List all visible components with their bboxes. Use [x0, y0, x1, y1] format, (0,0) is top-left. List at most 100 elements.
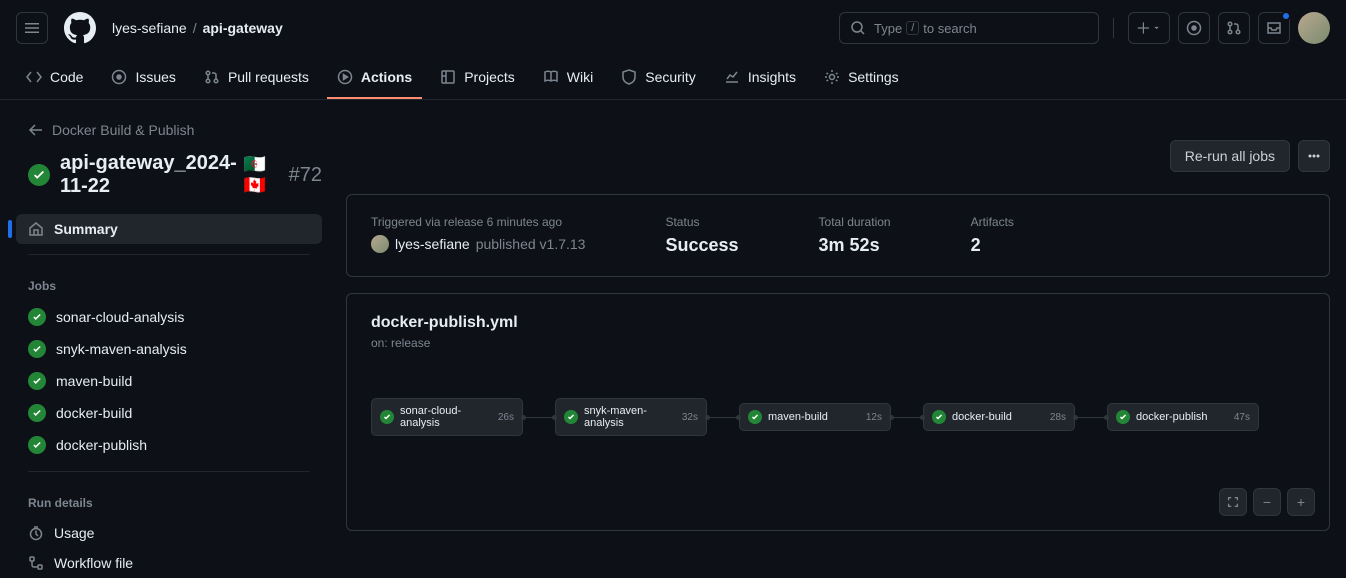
menu-button[interactable]	[16, 12, 48, 44]
success-icon	[1116, 410, 1130, 424]
book-icon	[543, 69, 559, 85]
tab-pull-requests[interactable]: Pull requests	[194, 56, 319, 99]
rerun-button[interactable]: Re-run all jobs	[1170, 140, 1290, 172]
workflow-card: docker-publish.yml on: release sonar-clo…	[346, 293, 1330, 531]
breadcrumb-repo[interactable]: api-gateway	[203, 20, 283, 36]
fullscreen-icon	[1226, 495, 1240, 509]
success-icon	[564, 410, 578, 424]
inbox-button[interactable]	[1258, 12, 1290, 44]
project-icon	[440, 69, 456, 85]
sidebar-job-3[interactable]: docker-build	[16, 397, 322, 429]
summary-card: Triggered via release 6 minutes ago lyes…	[346, 194, 1330, 277]
divider	[28, 471, 310, 472]
success-icon	[28, 340, 46, 358]
pull-requests-button[interactable]	[1218, 12, 1250, 44]
success-icon	[28, 404, 46, 422]
breadcrumb: lyes-sefiane / api-gateway	[112, 20, 283, 36]
back-link[interactable]: Docker Build & Publish	[8, 116, 322, 144]
job-node-1[interactable]: snyk-maven-analysis 32s	[555, 398, 707, 436]
tab-security[interactable]: Security	[611, 56, 706, 99]
notification-badge	[1281, 11, 1291, 21]
gear-icon	[824, 69, 840, 85]
tab-code[interactable]: Code	[16, 56, 93, 99]
more-button[interactable]	[1298, 140, 1330, 172]
user-avatar[interactable]	[1298, 12, 1330, 44]
sidebar-jobs-header: Jobs	[16, 265, 322, 301]
workflow-icon	[28, 555, 44, 571]
success-icon	[932, 410, 946, 424]
arrow-left-icon	[28, 122, 44, 138]
artifacts-label: Artifacts	[971, 215, 1014, 229]
success-icon	[28, 436, 46, 454]
success-icon	[28, 372, 46, 390]
sidebar-summary[interactable]: Summary	[16, 214, 322, 244]
play-icon	[337, 69, 353, 85]
job-node-2[interactable]: maven-build 12s	[739, 403, 891, 431]
tab-issues[interactable]: Issues	[101, 56, 185, 99]
divider	[28, 254, 310, 255]
shield-icon	[621, 69, 637, 85]
tab-insights[interactable]: Insights	[714, 56, 806, 99]
sidebar-workflow-file[interactable]: Workflow file	[16, 548, 322, 578]
artifacts-value[interactable]: 2	[971, 235, 1014, 256]
sidebar-job-4[interactable]: docker-publish	[16, 429, 322, 461]
tab-projects[interactable]: Projects	[430, 56, 525, 99]
search-input[interactable]: Type / to search	[839, 12, 1099, 44]
zoom-in-button[interactable]: +	[1287, 488, 1315, 516]
job-node-4[interactable]: docker-publish 47s	[1107, 403, 1259, 431]
kebab-icon	[1306, 148, 1322, 164]
divider	[1113, 18, 1114, 38]
pr-icon	[1226, 20, 1242, 36]
search-icon	[850, 20, 866, 36]
plus-icon	[1137, 21, 1150, 35]
success-icon	[28, 308, 46, 326]
issue-icon	[1186, 20, 1202, 36]
run-title: api-gateway_2024-11-22 🇩🇿🇨🇦 #72	[60, 152, 322, 198]
sidebar-job-0[interactable]: sonar-cloud-analysis	[16, 301, 322, 333]
issue-icon	[111, 69, 127, 85]
connector	[523, 417, 555, 418]
github-logo[interactable]	[64, 12, 96, 44]
publisher-avatar[interactable]	[371, 235, 389, 253]
home-icon	[28, 221, 44, 237]
flags: 🇩🇿🇨🇦	[244, 154, 279, 196]
graph-icon	[724, 69, 740, 85]
issues-button[interactable]	[1178, 12, 1210, 44]
sidebar-job-2[interactable]: maven-build	[16, 365, 322, 397]
tab-actions[interactable]: Actions	[327, 56, 422, 99]
job-node-3[interactable]: docker-build 28s	[923, 403, 1075, 431]
chevron-down-icon	[1152, 23, 1161, 33]
publisher-info: lyes-sefiane published v1.7.13	[371, 235, 585, 253]
duration-label: Total duration	[819, 215, 891, 229]
job-node-0[interactable]: sonar-cloud-analysis 26s	[371, 398, 523, 436]
tab-settings[interactable]: Settings	[814, 56, 909, 99]
workflow-file-title: docker-publish.yml	[371, 314, 1305, 332]
status-value: Success	[665, 235, 738, 256]
status-check-icon	[28, 164, 50, 186]
run-number: #72	[289, 164, 322, 187]
connector	[891, 417, 923, 418]
trigger-info: Triggered via release 6 minutes ago	[371, 215, 585, 229]
breadcrumb-owner[interactable]: lyes-sefiane	[112, 20, 187, 36]
search-placeholder: Type / to search	[874, 21, 1088, 36]
breadcrumb-separator: /	[193, 20, 197, 36]
fullscreen-button[interactable]	[1219, 488, 1247, 516]
duration-value[interactable]: 3m 52s	[819, 235, 891, 256]
sidebar-run-details-header: Run details	[16, 482, 322, 518]
workflow-graph: sonar-cloud-analysis 26s snyk-maven-anal…	[371, 398, 1305, 436]
repo-tabs: Code Issues Pull requests Actions Projec…	[0, 56, 1346, 100]
code-icon	[26, 69, 42, 85]
create-button[interactable]	[1128, 12, 1170, 44]
zoom-out-button[interactable]: −	[1253, 488, 1281, 516]
sidebar-usage[interactable]: Usage	[16, 518, 322, 548]
stopwatch-icon	[28, 525, 44, 541]
connector	[707, 417, 739, 418]
publisher-user[interactable]: lyes-sefiane	[395, 236, 470, 252]
status-label: Status	[665, 215, 738, 229]
pr-icon	[204, 69, 220, 85]
tab-wiki[interactable]: Wiki	[533, 56, 603, 99]
sidebar-job-1[interactable]: snyk-maven-analysis	[16, 333, 322, 365]
workflow-trigger: on: release	[371, 336, 1305, 350]
connector	[1075, 417, 1107, 418]
success-icon	[748, 410, 762, 424]
